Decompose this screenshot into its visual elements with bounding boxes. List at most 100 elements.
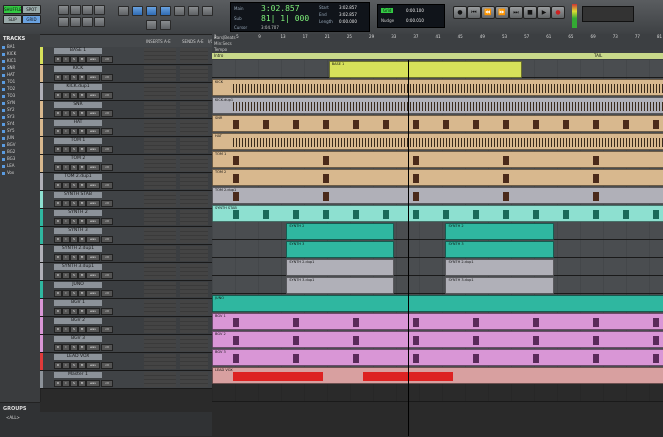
input-monitor-button[interactable]: I: [62, 164, 70, 171]
solo-button[interactable]: S: [70, 92, 78, 99]
grid-mode-button[interactable]: GRID: [22, 15, 41, 24]
track-visible-icon[interactable]: [2, 94, 5, 98]
view-selector-button[interactable]: wav: [86, 308, 100, 315]
mute-button[interactable]: M: [78, 128, 86, 135]
inserts-slots[interactable]: [144, 48, 176, 63]
marker-intro[interactable]: Intro: [212, 53, 592, 59]
track-list-item[interactable]: KICK: [2, 51, 38, 57]
mute-button[interactable]: M: [78, 326, 86, 333]
input-monitor-button[interactable]: I: [62, 128, 70, 135]
sends-slots[interactable]: [180, 84, 208, 99]
solo-button[interactable]: S: [70, 272, 78, 279]
record-enable-button[interactable]: R: [54, 236, 62, 243]
marker-tail[interactable]: TAIL: [592, 53, 663, 59]
read-automation-button[interactable]: rd: [101, 326, 113, 333]
track-name[interactable]: Master 1: [54, 372, 102, 378]
track-visible-icon[interactable]: [2, 52, 5, 56]
track-lane[interactable]: BGV 3: [212, 348, 663, 366]
read-automation-button[interactable]: rd: [101, 92, 113, 99]
track-list-item[interactable]: SNR: [2, 65, 38, 71]
solo-button[interactable]: S: [70, 362, 78, 369]
shuffle-mode-button[interactable]: SHUFFLE: [3, 5, 22, 14]
sends-slots[interactable]: [180, 372, 208, 387]
track-header[interactable]: Master 1 R I S M wav rd Out 0.0: [40, 371, 212, 389]
record-enable-button[interactable]: R: [54, 110, 62, 117]
nudge-value[interactable]: 0:00.010: [406, 18, 424, 23]
main-counter[interactable]: Main 3:02.857 Sub 81| 1| 000 Cursor 3:04…: [230, 2, 370, 32]
track-visible-icon[interactable]: [2, 45, 5, 49]
track-name[interactable]: HAT: [54, 120, 102, 126]
selector-tool-icon[interactable]: [146, 6, 157, 16]
track-header[interactable]: SYNTH 3 R I S M wav rd SynSub 0.0: [40, 227, 212, 245]
track-name[interactable]: SYNTH 3: [54, 228, 102, 234]
record-enable-button[interactable]: R: [54, 200, 62, 207]
track-visible-icon[interactable]: [2, 150, 5, 154]
mute-button[interactable]: M: [78, 308, 86, 315]
zoom-in-button[interactable]: [70, 5, 81, 15]
sends-slots[interactable]: [180, 120, 208, 135]
record-enable-button[interactable]: R: [54, 128, 62, 135]
track-lane[interactable]: [212, 384, 663, 402]
view-selector-button[interactable]: wav: [86, 218, 100, 225]
solo-button[interactable]: S: [70, 308, 78, 315]
solo-button[interactable]: S: [70, 182, 78, 189]
mute-button[interactable]: M: [78, 344, 86, 351]
track-header[interactable]: TOM 1 R I S M wav rd DrmSub 0.0: [40, 137, 212, 155]
view-selector-button[interactable]: wav: [86, 182, 100, 189]
track-visible-icon[interactable]: [2, 59, 5, 63]
track-header[interactable]: SYNTH 2 R I S M wav rd SynSub +6.0: [40, 209, 212, 227]
track-name[interactable]: KICK: [54, 66, 102, 72]
track-visible-icon[interactable]: [2, 80, 5, 84]
return-to-zero-button[interactable]: ⏮: [467, 6, 481, 19]
track-header[interactable]: BGV 2 R I S M wav rd BGV 0.0: [40, 317, 212, 335]
track-list-item[interactable]: KIC1: [2, 58, 38, 64]
inserts-slots[interactable]: [144, 138, 176, 153]
audio-clip[interactable]: BASE 1: [328, 61, 522, 78]
inserts-slots[interactable]: [144, 318, 176, 333]
track-header[interactable]: LEAD VOX R I S M wav rd LdVx 0.0: [40, 353, 212, 371]
view-selector-button[interactable]: wav: [86, 290, 100, 297]
record-enable-button[interactable]: R: [54, 308, 62, 315]
track-visible-icon[interactable]: [2, 143, 5, 147]
record-enable-button[interactable]: R: [54, 254, 62, 261]
read-automation-button[interactable]: rd: [101, 308, 113, 315]
track-visible-icon[interactable]: [2, 115, 5, 119]
track-header[interactable]: SYNTH 3.dup1 R I S M wav rd SynSub 0.0: [40, 263, 212, 281]
zoomer-tool-icon[interactable]: [118, 6, 129, 16]
track-lane[interactable]: LEAD VOX: [212, 366, 663, 384]
track-list-item[interactable]: HAT: [2, 72, 38, 78]
track-header[interactable]: SYNTH 2.dup1 R I S M wav rd SynSub 0.0: [40, 245, 212, 263]
audio-clip[interactable]: TOM 2.dup1: [212, 187, 663, 204]
inserts-slots[interactable]: [144, 246, 176, 261]
read-automation-button[interactable]: rd: [101, 272, 113, 279]
read-automation-button[interactable]: rd: [101, 362, 113, 369]
record-enable-button[interactable]: R: [54, 272, 62, 279]
input-monitor-button[interactable]: I: [62, 182, 70, 189]
sends-slots[interactable]: [180, 66, 208, 81]
audio-clip[interactable]: SYNTH 2: [445, 223, 554, 240]
mute-button[interactable]: M: [78, 200, 86, 207]
solo-button[interactable]: S: [70, 344, 78, 351]
track-visible-icon[interactable]: [2, 136, 5, 140]
record-enable-button[interactable]: R: [54, 344, 62, 351]
solo-button[interactable]: S: [70, 218, 78, 225]
track-name[interactable]: BASE 1: [54, 48, 102, 54]
groups-all-item[interactable]: <ALL>: [6, 415, 20, 420]
fast-forward-button[interactable]: ⏩: [495, 6, 509, 19]
record-enable-button[interactable]: R: [54, 56, 62, 63]
track-list-item[interactable]: SY5: [2, 128, 38, 134]
zoom-preset-2-button[interactable]: [70, 17, 81, 27]
audio-clip[interactable]: JUNO: [212, 295, 663, 312]
track-header[interactable]: BASE 1 R I S M wav rd BASS -10.7: [40, 47, 212, 65]
track-list-item[interactable]: BGV: [2, 142, 38, 148]
track-header[interactable]: TOM 2 R I S M wav rd DrmSub 0.0: [40, 155, 212, 173]
read-automation-button[interactable]: rd: [101, 218, 113, 225]
track-header[interactable]: HAT R I S M wav rd DrmSub 0.0: [40, 119, 212, 137]
solo-button[interactable]: S: [70, 326, 78, 333]
view-selector-button[interactable]: wav: [86, 92, 100, 99]
smart-tool-icon[interactable]: [202, 6, 213, 16]
track-lane[interactable]: BGV 2: [212, 330, 663, 348]
sends-slots[interactable]: [180, 318, 208, 333]
read-automation-button[interactable]: rd: [101, 110, 113, 117]
input-monitor-button[interactable]: I: [62, 380, 70, 387]
